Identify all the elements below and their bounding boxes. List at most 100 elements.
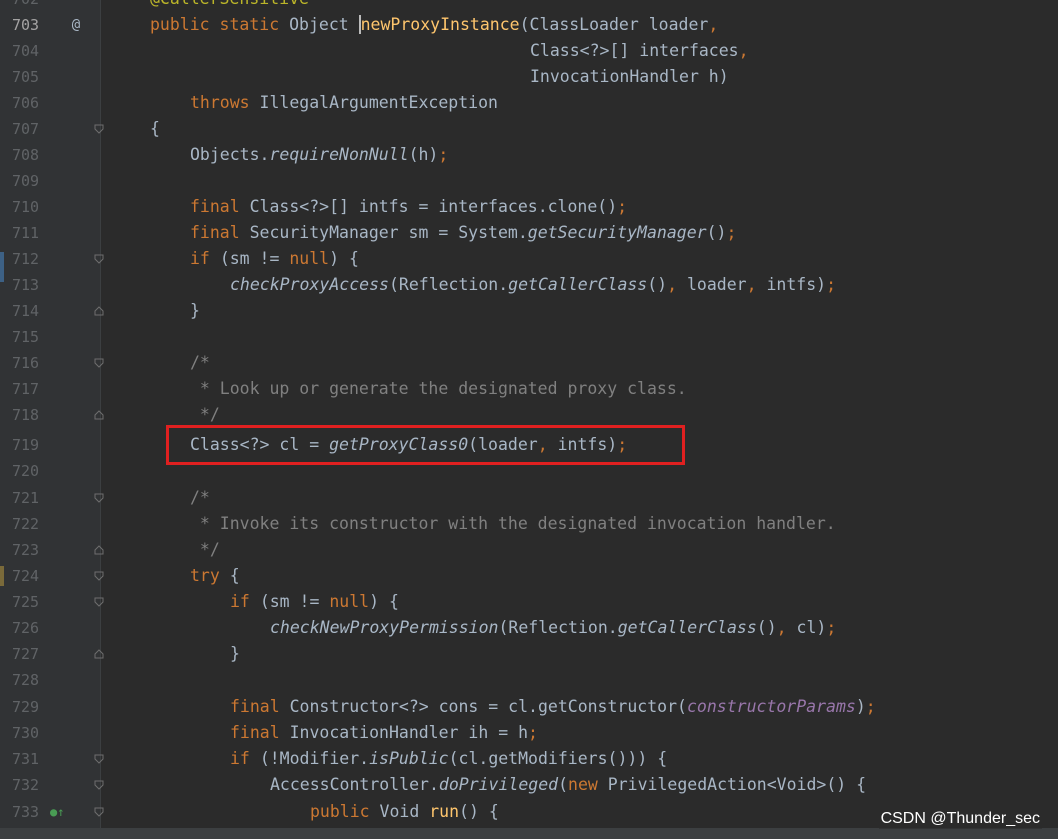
- line-number: 722: [12, 515, 40, 533]
- line-number: 709: [12, 172, 40, 190]
- implements-icon[interactable]: @: [68, 12, 84, 38]
- code-text: }: [230, 644, 240, 663]
- code-text: checkNewProxyPermission(Reflection.getCa…: [270, 618, 837, 637]
- status-bar: [0, 828, 1058, 839]
- code-line[interactable]: 706 throws IllegalArgumentException: [0, 90, 1058, 116]
- code-line[interactable]: 710 final Class<?>[] intfs = interfaces.…: [0, 194, 1058, 220]
- line-number: 717: [12, 380, 40, 398]
- line-number: 702: [12, 0, 52, 12]
- code-line[interactable]: 712 if (sm != null) {: [0, 246, 1058, 272]
- line-number: 706: [12, 94, 40, 112]
- code-line[interactable]: 722 * Invoke its constructor with the de…: [0, 511, 1058, 537]
- fold-open-icon[interactable]: [94, 358, 104, 368]
- fold-open-icon[interactable]: [94, 597, 104, 607]
- line-number: 712: [12, 250, 40, 268]
- fold-open-icon[interactable]: [94, 780, 104, 790]
- line-number: 729: [12, 698, 40, 716]
- code-comment: /*: [190, 353, 210, 372]
- fold-open-icon[interactable]: [94, 571, 104, 581]
- line-number: 708: [12, 146, 40, 164]
- code-text: final Class<?>[] intfs = interfaces.clon…: [190, 197, 628, 216]
- line-number: 705: [12, 68, 40, 86]
- code-text: final SecurityManager sm = System.getSec…: [190, 223, 737, 242]
- line-number: 707: [12, 120, 40, 138]
- code-text: @CallerSensitive: [150, 0, 309, 12]
- overrides-method-icon[interactable]: ●↑: [50, 799, 64, 825]
- code-text: AccessController.doPrivileged(new Privil…: [270, 775, 867, 794]
- code-line[interactable]: 724 try {: [0, 563, 1058, 589]
- line-number: 719: [12, 436, 40, 454]
- highlight-annotation-box: [166, 425, 685, 465]
- fold-open-icon[interactable]: [94, 254, 104, 264]
- code-text: public static Object newProxyInstance(Cl…: [150, 15, 719, 34]
- code-text: checkProxyAccess(Reflection.getCallerCla…: [230, 275, 837, 294]
- code-text: InvocationHandler h): [530, 67, 729, 86]
- code-line[interactable]: 726 checkNewProxyPermission(Reflection.g…: [0, 615, 1058, 641]
- line-number: 720: [12, 462, 40, 480]
- fold-close-icon[interactable]: [94, 306, 104, 316]
- line-number: 723: [12, 541, 40, 559]
- fold-open-icon[interactable]: [94, 124, 104, 134]
- code-comment: */: [190, 540, 220, 559]
- code-comment: /*: [190, 488, 210, 507]
- code-line[interactable]: 727 }: [0, 641, 1058, 667]
- line-number: 725: [12, 593, 40, 611]
- code-line[interactable]: 730 final InvocationHandler ih = h;: [0, 720, 1058, 746]
- fold-close-icon[interactable]: [94, 545, 104, 555]
- code-line[interactable]: 717 * Look up or generate the designated…: [0, 376, 1058, 402]
- code-text: {: [150, 119, 160, 138]
- code-line[interactable]: 705 InvocationHandler h): [0, 64, 1058, 90]
- code-line[interactable]: 716 /*: [0, 350, 1058, 376]
- code-line[interactable]: 708 Objects.requireNonNull(h);: [0, 142, 1058, 168]
- code-line[interactable]: 723 */: [0, 537, 1058, 563]
- code-text: public Void run() {: [310, 802, 499, 821]
- code-comment: * Invoke its constructor with the design…: [190, 514, 836, 533]
- line-number: 711: [12, 224, 40, 242]
- code-line[interactable]: 721 /*: [0, 485, 1058, 511]
- fold-close-icon[interactable]: [94, 410, 104, 420]
- code-text: throws IllegalArgumentException: [190, 93, 498, 112]
- code-line[interactable]: 715: [0, 324, 1058, 350]
- code-line[interactable]: 714 }: [0, 298, 1058, 324]
- line-number: 718: [12, 406, 40, 424]
- code-text: try {: [190, 566, 240, 585]
- fold-open-icon[interactable]: [94, 807, 104, 817]
- code-editor[interactable]: 702 @CallerSensitive 703 @ public static…: [0, 0, 1058, 828]
- fold-close-icon[interactable]: [94, 649, 104, 659]
- code-line[interactable]: 702 @CallerSensitive: [0, 0, 1058, 12]
- code-line[interactable]: 732 AccessController.doPrivileged(new Pr…: [0, 772, 1058, 798]
- code-line[interactable]: 729 final Constructor<?> cons = cl.getCo…: [0, 694, 1058, 720]
- line-number: 710: [12, 198, 40, 216]
- line-number: 726: [12, 619, 40, 637]
- watermark: CSDN @Thunder_sec: [878, 809, 1042, 829]
- code-line[interactable]: 703 @ public static Object newProxyInsta…: [0, 12, 1058, 38]
- code-text: if (sm != null) {: [190, 249, 359, 268]
- line-number: 715: [12, 328, 40, 346]
- code-line[interactable]: 709: [0, 168, 1058, 194]
- line-number: 724: [12, 567, 40, 585]
- code-comment: * Look up or generate the designated pro…: [190, 379, 687, 398]
- line-number: 728: [12, 671, 40, 689]
- line-number: 713: [12, 276, 40, 294]
- code-text: if (sm != null) {: [230, 592, 399, 611]
- code-line[interactable]: 731 if (!Modifier.isPublic(cl.getModifie…: [0, 746, 1058, 772]
- code-line[interactable]: 728: [0, 667, 1058, 693]
- fold-open-icon[interactable]: [94, 493, 104, 503]
- line-number: 730: [12, 724, 40, 742]
- code-text: }: [190, 301, 200, 320]
- code-line[interactable]: 704 Class<?>[] interfaces,: [0, 38, 1058, 64]
- line-number: 704: [12, 42, 40, 60]
- code-line[interactable]: 711 final SecurityManager sm = System.ge…: [0, 220, 1058, 246]
- fold-open-icon[interactable]: [94, 754, 104, 764]
- code-line[interactable]: 725 if (sm != null) {: [0, 589, 1058, 615]
- code-line[interactable]: 707 {: [0, 116, 1058, 142]
- line-number: 716: [12, 354, 40, 372]
- code-text: final InvocationHandler ih = h;: [230, 723, 538, 742]
- line-number: 731: [12, 750, 40, 768]
- code-line[interactable]: 713 checkProxyAccess(Reflection.getCalle…: [0, 272, 1058, 298]
- code-text: Class<?>[] interfaces,: [530, 41, 749, 60]
- code-text: Objects.requireNonNull(h);: [190, 145, 449, 164]
- code-text: if (!Modifier.isPublic(cl.getModifiers()…: [230, 749, 668, 768]
- code-text: final Constructor<?> cons = cl.getConstr…: [230, 697, 876, 716]
- line-number: 727: [12, 645, 40, 663]
